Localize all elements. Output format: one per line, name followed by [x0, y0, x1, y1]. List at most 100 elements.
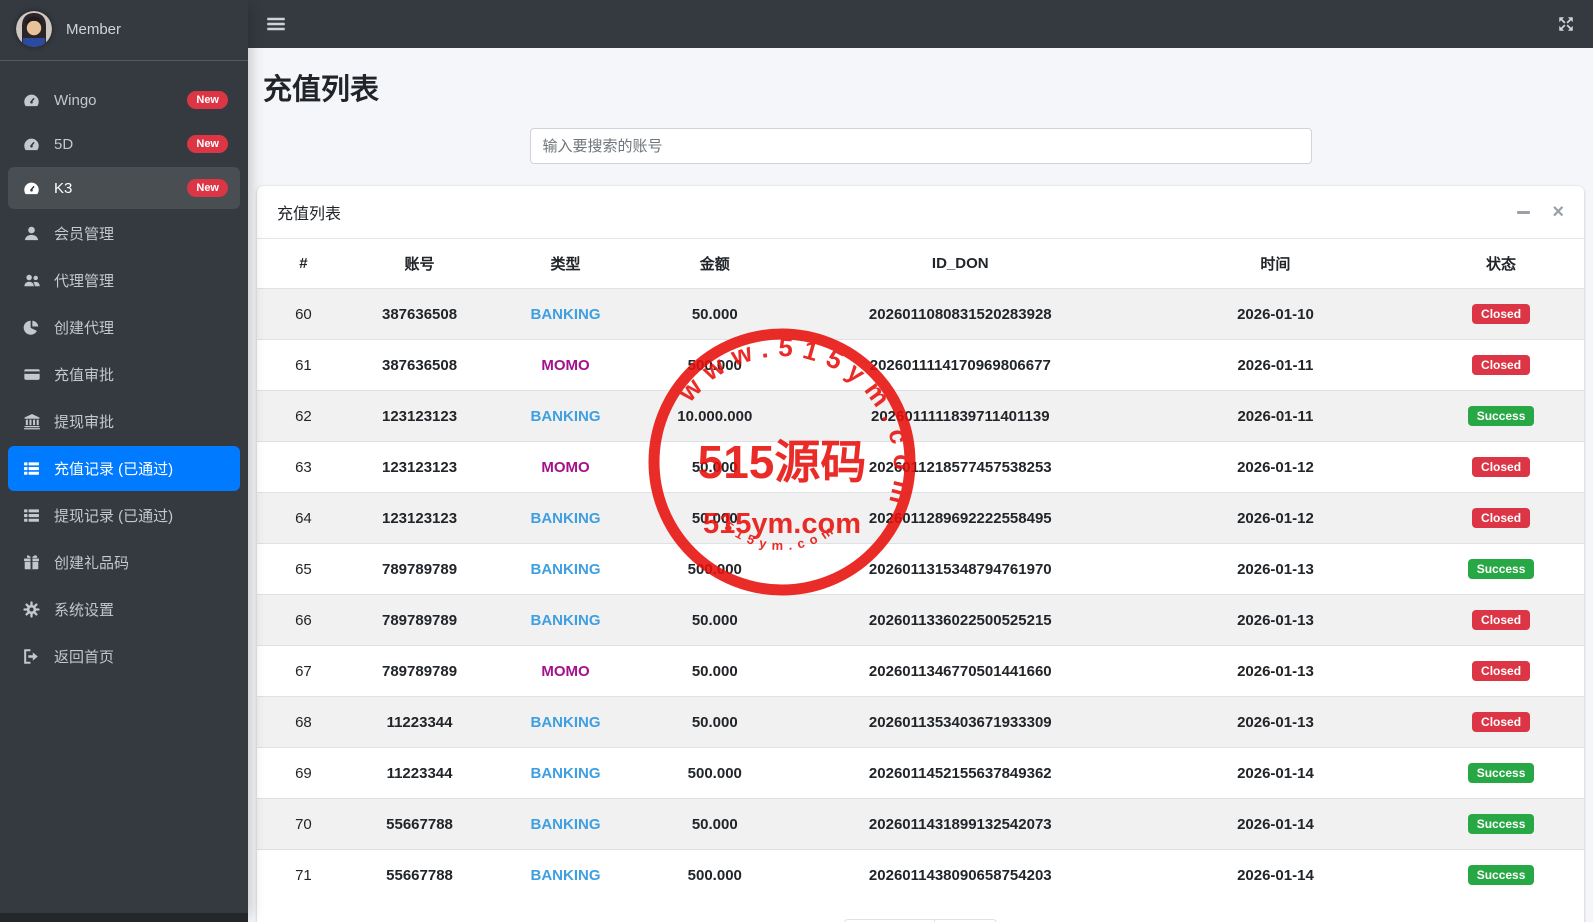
cell-date: 2026-01-12	[1132, 492, 1419, 544]
table-row: 62 123123123 BANKING 10.000.000 202601111183…	[257, 390, 1584, 442]
cell-date: 2026-01-12	[1132, 441, 1419, 493]
new-badge: New	[187, 135, 228, 154]
sidebar-item-withdrawal-approval[interactable]: 提现审批	[8, 399, 240, 444]
card-title: 充值列表	[277, 206, 342, 223]
cell-account: 11223344	[349, 696, 490, 748]
cell-date: 2026-01-11	[1132, 390, 1419, 442]
cell-status: Success	[1418, 747, 1584, 799]
cell-status: Closed	[1418, 288, 1584, 340]
cell-account: 11223344	[349, 747, 490, 799]
table-row: 71 55667788 BANKING 500.000 2026011438090658…	[257, 849, 1584, 900]
cell-type: BANKING	[489, 390, 642, 442]
new-badge: New	[187, 179, 228, 198]
table-row: 60 387636508 BANKING 50.000 2026011080831520…	[257, 288, 1584, 340]
cell-account: 387636508	[349, 339, 490, 391]
status-badge: Closed	[1472, 661, 1531, 681]
cell-date: 2026-01-13	[1132, 696, 1419, 748]
sidebar-item-member-management[interactable]: 会员管理	[8, 211, 240, 256]
row-index: 70	[257, 798, 350, 850]
cell-amount: 50.000	[641, 288, 788, 340]
cell-amount: 500.000	[641, 747, 788, 799]
sidebar-item-label: 会员管理	[54, 226, 115, 244]
cell-account: 55667788	[349, 849, 490, 900]
pie-chart-icon	[22, 319, 41, 336]
gift-icon	[22, 554, 41, 571]
cell-date: 2026-01-11	[1132, 339, 1419, 391]
tachometer-icon	[22, 92, 41, 109]
fullscreen-icon[interactable]	[1557, 15, 1575, 33]
cell-amount: 500.000	[641, 339, 788, 391]
sidebar-item-withdrawal-records-approved[interactable]: 提现记录 (已通过)	[8, 493, 240, 538]
table-row: 69 11223344 BANKING 500.000 2026011452155637…	[257, 747, 1584, 799]
column-header: 状态	[1418, 239, 1584, 289]
cell-id-don: 2026011218577457538253	[787, 441, 1133, 493]
cell-id-don: 2026011431899132542073	[787, 798, 1133, 850]
minimize-icon[interactable]	[1517, 210, 1531, 214]
cell-type: BANKING	[489, 696, 642, 748]
cell-status: Closed	[1418, 696, 1584, 748]
column-header: 类型	[489, 239, 642, 289]
sidebar-item-label: 返回首页	[54, 649, 115, 667]
status-badge: Success	[1467, 865, 1535, 885]
sidebar-item-wingo[interactable]: Wingo New	[8, 79, 240, 121]
cell-status: Success	[1418, 543, 1584, 595]
cell-status: Closed	[1418, 492, 1584, 544]
status-badge: Closed	[1472, 355, 1531, 375]
sidebar-item-label: 提现记录 (已通过)	[54, 508, 174, 526]
sidebar-item-label: 充值记录 (已通过)	[54, 461, 174, 479]
recharge-table: # 账号 类型 金额 ID_DON 时间 状态 60 387636508 BANKING 50.0…	[257, 239, 1584, 900]
sidebar-item-label: 5D	[54, 135, 74, 153]
cell-account: 789789789	[349, 543, 490, 595]
column-header: #	[257, 239, 350, 289]
cell-type: BANKING	[489, 594, 642, 646]
table-row: 63 123123123 MOMO 50.000 2026011218577457538…	[257, 441, 1584, 493]
sidebar-item-k3[interactable]: K3 New	[8, 167, 240, 210]
sidebar-item-recharge-records-approved[interactable]: 充值记录 (已通过)	[8, 446, 240, 492]
avatar	[16, 11, 52, 47]
table-row: 70 55667788 BANKING 50.000 20260114318991325…	[257, 798, 1584, 850]
cell-status: Success	[1418, 390, 1584, 442]
sidebar-item-recharge-approval[interactable]: 充值审批	[8, 352, 240, 397]
cell-amount: 50.000	[641, 798, 788, 850]
cell-id-don: 2026011315348794761970	[787, 543, 1133, 595]
sidebar-item-create-gift-code[interactable]: 创建礼品码	[8, 540, 240, 585]
cell-date: 2026-01-14	[1132, 747, 1419, 799]
row-index: 62	[257, 390, 350, 442]
sidebar-item-label: 创建代理	[54, 320, 115, 338]
user-profile[interactable]: Member	[0, 0, 248, 61]
cell-amount: 50.000	[641, 645, 788, 697]
sidebar-item-create-agent[interactable]: 创建代理	[8, 305, 240, 350]
sidebar-item-5d[interactable]: 5D New	[8, 123, 240, 165]
row-index: 66	[257, 594, 350, 646]
list-icon	[22, 507, 41, 524]
cell-date: 2026-01-10	[1132, 288, 1419, 340]
sidebar: Member Wingo New 5D New K3 New 会员管理 代理管理 创建代理 充值审…	[0, 0, 248, 922]
column-header: 账号	[349, 239, 490, 289]
bank-icon	[22, 413, 41, 430]
table-row: 68 11223344 BANKING 50.000 20260113534036719…	[257, 696, 1584, 748]
sidebar-item-system-settings[interactable]: 系统设置	[8, 587, 240, 632]
cell-id-don: 2026011289692222558495	[787, 492, 1133, 544]
sidebar-item-label: 提现审批	[54, 414, 115, 432]
status-badge: Success	[1467, 406, 1535, 426]
content: 充值列表 充值列表 × #账号类型金额ID_DON	[248, 48, 1593, 922]
cell-status: Success	[1418, 849, 1584, 900]
sidebar-item-agent-management[interactable]: 代理管理	[8, 258, 240, 303]
row-index: 68	[257, 696, 350, 748]
search-input[interactable]	[529, 128, 1312, 164]
sidebar-item-label: 代理管理	[54, 273, 115, 291]
topbar	[248, 0, 1593, 48]
new-badge: New	[187, 91, 228, 110]
sidebar-item-label: 系统设置	[54, 602, 115, 620]
sidebar-item-back-to-home[interactable]: 返回首页	[8, 634, 240, 679]
cell-type: MOMO	[489, 441, 642, 493]
close-icon[interactable]: ×	[1552, 202, 1564, 222]
status-badge: Success	[1467, 763, 1535, 783]
cell-id-don: 2026011452155637849362	[787, 747, 1133, 799]
cell-date: 2026-01-14	[1132, 798, 1419, 850]
row-index: 71	[257, 849, 350, 900]
cell-status: Closed	[1418, 594, 1584, 646]
users-icon	[22, 272, 41, 289]
status-badge: Success	[1467, 559, 1535, 579]
hamburger-menu-icon[interactable]	[266, 14, 286, 34]
